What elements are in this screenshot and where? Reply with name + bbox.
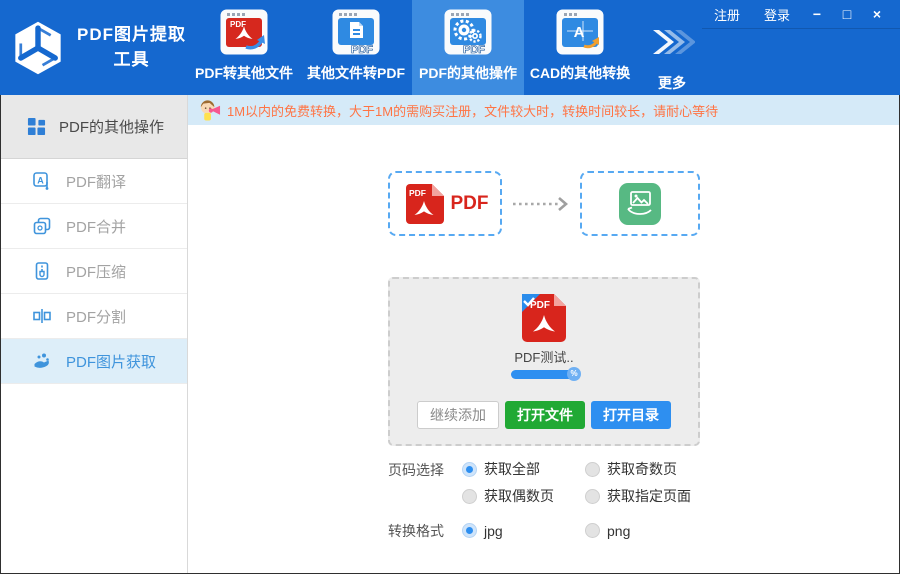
svg-text:A: A: [37, 176, 44, 186]
format-label: 转换格式: [388, 523, 444, 539]
sidebar-header-label: PDF的其他操作: [59, 119, 165, 136]
tab-more[interactable]: 更多: [636, 0, 708, 95]
compress-icon: [35, 262, 49, 280]
radio-format-png[interactable]: png: [585, 520, 630, 541]
open-folder-button[interactable]: 打开目录: [591, 401, 671, 429]
pdf-gears-icon: PDF: [444, 8, 492, 56]
sidebar-item-pdf-image-extract[interactable]: PDF图片获取: [0, 339, 187, 384]
radio-extract-all[interactable]: 获取全部: [462, 459, 585, 479]
image-extract-icon: [619, 182, 661, 225]
minimize-button[interactable]: −: [802, 6, 832, 22]
progress-badge: %: [567, 367, 581, 381]
sidebar: PDF的其他操作 A PDF翻译 PDF合并 PDF压缩 PDF分割 PDF图片…: [0, 95, 188, 574]
radio-label: 获取全部: [484, 461, 540, 477]
mascot-megaphone-icon: [200, 100, 221, 121]
svg-text:PDF: PDF: [463, 44, 485, 55]
options-panel: 页码选择 获取全部 获取奇数页 获取偶数页 获取指定页面 转换格式 jpg pn…: [388, 459, 700, 541]
radio-extract-even[interactable]: 获取偶数页: [462, 486, 585, 506]
radio-label: 获取奇数页: [607, 461, 677, 477]
tab-label: 更多: [658, 75, 686, 91]
radio-label: png: [607, 522, 631, 539]
svg-text:PDF: PDF: [409, 188, 426, 198]
pdf-label: PDF: [450, 192, 489, 214]
tab-label: PDF转其他文件: [195, 65, 293, 81]
pdf-to-other-icon: PDF: [220, 8, 268, 56]
radio-label: 获取偶数页: [484, 488, 554, 504]
tab-label: PDF的其他操作: [419, 65, 517, 81]
svg-text:PDF: PDF: [351, 44, 373, 55]
sidebar-header: PDF的其他操作: [0, 95, 187, 159]
tab-cad-convert[interactable]: A CAD的其他转换: [524, 0, 636, 95]
login-link[interactable]: 登录: [764, 5, 790, 24]
more-chevrons-icon: [649, 18, 695, 66]
header: PDF图片提取 工具 PDF PDF转其他文件 PDF 其他文件转PDF PDF…: [0, 0, 900, 95]
progress-bar: %: [511, 367, 581, 381]
file-dropzone[interactable]: PDF PDF测试.. % 继续添加 打开文件 打开目录: [388, 277, 700, 446]
radio-dot: [585, 523, 600, 538]
extract-image-icon: [34, 353, 49, 368]
app-title: PDF图片提取 工具: [77, 24, 186, 69]
pdf-file-checked-icon[interactable]: PDF: [518, 292, 570, 344]
flow-target-box: [580, 171, 700, 236]
format-row: 转换格式 jpg png: [388, 520, 700, 541]
maximize-button[interactable]: □: [832, 6, 862, 22]
dropzone-buttons: 继续添加 打开文件 打开目录: [417, 401, 671, 429]
close-button[interactable]: ×: [862, 6, 892, 22]
split-icon: [33, 309, 51, 323]
page-select-label: 页码选择: [388, 462, 444, 478]
radio-label: 获取指定页面: [607, 488, 691, 504]
cad-convert-icon: A: [556, 8, 604, 56]
radio-extract-odd[interactable]: 获取奇数页: [585, 459, 691, 479]
other-to-pdf-icon: PDF: [332, 8, 380, 56]
radio-dot: [585, 488, 600, 504]
sidebar-item-label: PDF合并: [66, 218, 127, 236]
sidebar-item-pdf-translate[interactable]: A PDF翻译: [0, 159, 187, 204]
conversion-flow: PDF PDF: [388, 171, 700, 236]
notice-text: 1M以内的免费转换，大于1M的需购买注册，文件较大时，转换时间较长，请耐心等待: [227, 103, 719, 119]
file-name: PDF测试..: [514, 350, 574, 365]
radio-label: jpg: [484, 522, 503, 539]
merge-icon: [33, 217, 51, 235]
radio-dot: [462, 523, 477, 538]
notice-bar: 1M以内的免费转换，大于1M的需购买注册，文件较大时，转换时间较长，请耐心等待: [188, 95, 900, 125]
continue-add-button[interactable]: 继续添加: [417, 401, 499, 429]
tab-label: 其他文件转PDF: [307, 65, 405, 81]
page-select-row: 页码选择 获取全部 获取奇数页 获取偶数页 获取指定页面: [388, 459, 700, 506]
sidebar-item-label: PDF分割: [66, 308, 127, 326]
tab-label: CAD的其他转换: [529, 65, 631, 81]
register-link[interactable]: 注册: [714, 5, 740, 24]
sidebar-item-label: PDF图片获取: [66, 353, 157, 371]
main-tabs: PDF PDF转其他文件 PDF 其他文件转PDF PDF PDF的其他操作 A…: [188, 0, 708, 95]
main-panel: 1M以内的免费转换，大于1M的需购买注册，文件较大时，转换时间较长，请耐心等待 …: [188, 95, 900, 574]
radio-dot: [462, 488, 477, 504]
grid-icon: [27, 117, 46, 136]
radio-dot: [585, 461, 600, 477]
dotted-arrow-icon: [502, 196, 580, 212]
radio-extract-custom[interactable]: 获取指定页面: [585, 486, 691, 506]
sidebar-item-pdf-compress[interactable]: PDF压缩: [0, 249, 187, 294]
sidebar-item-label: PDF翻译: [66, 173, 127, 191]
svg-text:PDF: PDF: [530, 300, 550, 311]
tab-pdf-to-other[interactable]: PDF PDF转其他文件: [188, 0, 300, 95]
radio-format-jpg[interactable]: jpg: [462, 520, 585, 541]
app-brand: PDF图片提取 工具: [0, 0, 188, 95]
titlebar-controls: 注册 登录 − □ ×: [701, 0, 900, 29]
svg-text:A: A: [574, 24, 585, 41]
tab-other-to-pdf[interactable]: PDF 其他文件转PDF: [300, 0, 412, 95]
tab-pdf-other-operations[interactable]: PDF PDF的其他操作: [412, 0, 524, 95]
pdf-file-icon: PDF: [405, 183, 444, 224]
open-file-button[interactable]: 打开文件: [505, 401, 585, 429]
app-logo-cube-icon: [15, 21, 61, 74]
sidebar-item-pdf-split[interactable]: PDF分割: [0, 294, 187, 339]
flow-source-box: PDF PDF: [388, 171, 502, 236]
translate-icon: A: [33, 172, 49, 190]
sidebar-item-pdf-merge[interactable]: PDF合并: [0, 204, 187, 249]
app-window: PDF图片提取 工具 PDF PDF转其他文件 PDF 其他文件转PDF PDF…: [0, 0, 900, 574]
radio-dot: [462, 461, 477, 477]
sidebar-item-label: PDF压缩: [66, 263, 127, 281]
